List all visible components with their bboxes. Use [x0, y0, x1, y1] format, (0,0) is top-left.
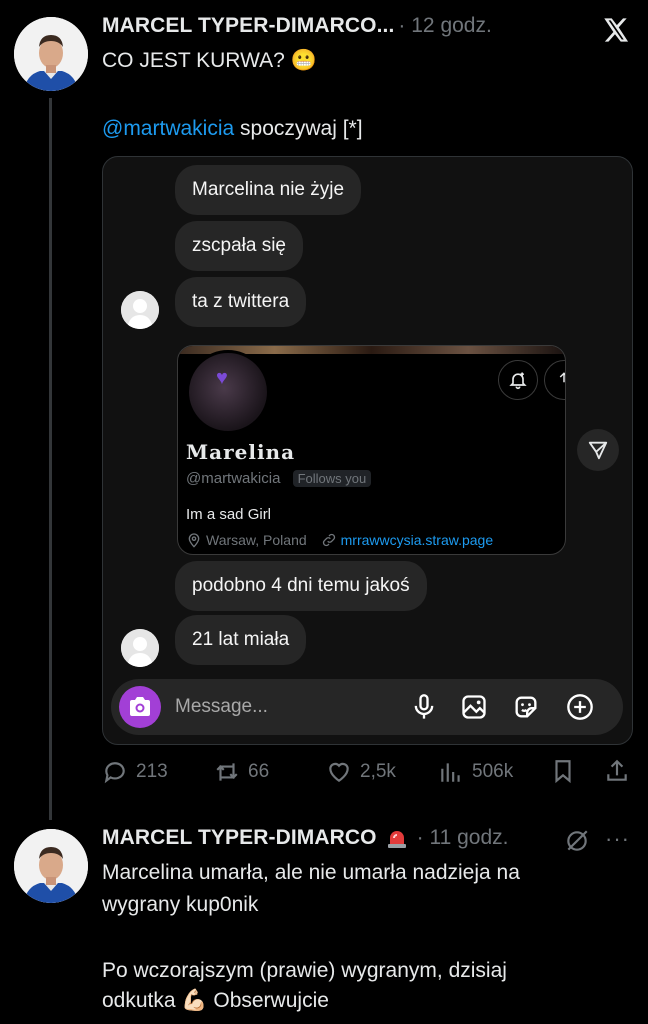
siren-emoji-icon [387, 831, 406, 848]
author-name[interactable]: MARCEL TYPER-DIMARCO... [102, 14, 394, 38]
tweet-text-rest: spoczywaj [*] [234, 117, 363, 140]
grok-icon[interactable] [564, 828, 590, 854]
profile-handle: @martwakicia [186, 470, 281, 487]
default-avatar-icon [121, 291, 159, 329]
reply-button[interactable]: 213 [102, 758, 168, 786]
dm-bubble: zscpała się [175, 221, 303, 271]
profile-meta-row: Warsaw, Poland mrrawwcysia.straw.page [186, 532, 493, 548]
dm-bubble: podobno 4 dni temu jakoś [175, 561, 427, 611]
tweet-text-line: Marcelina umarła, ale nie umarła nadziej… [102, 861, 520, 884]
thread-connector-line [49, 98, 52, 820]
repost-count: 66 [248, 761, 270, 782]
attached-image-dm-screenshot[interactable]: Marcelina nie żyje zscpała się ta z twit… [102, 156, 633, 745]
dm-share-button [577, 429, 619, 471]
tweet-text-line: Po wczorajszym (prawie) wygranym, dzisia… [102, 959, 507, 982]
dm-composer: Message... [111, 679, 623, 735]
author-avatar[interactable] [14, 829, 88, 903]
camera-icon [130, 697, 150, 716]
author-avatar[interactable] [14, 17, 88, 91]
tweet-action-bar: 213 66 2,5k 506k [102, 758, 632, 788]
tweet-header: MARCEL TYPER-DIMARCO... · 12 godz. [102, 14, 492, 38]
dm-bubble: Marcelina nie żyje [175, 165, 362, 215]
heart-outline-icon [329, 762, 349, 782]
message-input-placeholder: Message... [175, 696, 268, 717]
location-pin-icon [188, 533, 200, 548]
repost-button[interactable]: 66 [214, 758, 269, 786]
dm-bubble: ta z twittera [175, 277, 307, 327]
notification-bell-button [498, 360, 538, 400]
dm-bubble: 21 lat miała [175, 615, 307, 665]
tweet-header: MARCEL TYPER-DIMARCO · 11 godz. [102, 826, 508, 850]
tweet-text-mention-line: @martwakicia spoczywaj [*] [102, 114, 363, 143]
mention-link[interactable]: @martwakicia [102, 117, 234, 140]
profile-location: Warsaw, Poland [206, 532, 307, 548]
views-button[interactable]: 506k [438, 758, 513, 786]
send-arrow-icon [588, 441, 608, 460]
link-icon [322, 533, 335, 547]
camera-button [119, 686, 161, 728]
dm-sender-avatar [121, 291, 159, 329]
follows-you-badge: Follows you [292, 470, 372, 487]
like-button[interactable]: 2,5k [326, 758, 396, 786]
profile-display-name: Marelina [186, 440, 296, 464]
share-upload-icon [607, 759, 627, 781]
tweet-text-line: odkutka 💪🏻 Obserwujcie [102, 989, 329, 1012]
reply-bubble-icon [104, 762, 125, 784]
gallery-icon [462, 695, 486, 719]
shared-profile-card: ♥ Marelina @martwakicia Follows you Im a… [177, 345, 566, 555]
profile-avatar [186, 350, 270, 434]
more-profile-button [544, 360, 565, 400]
views-bar-chart-icon [441, 763, 460, 782]
bell-plus-icon [509, 372, 527, 390]
x-logo-icon[interactable] [600, 16, 630, 44]
tweet-timestamp[interactable]: · 12 godz. [398, 14, 491, 38]
profile-website-link: mrrawwcysia.straw.page [340, 532, 494, 548]
repost-icon [216, 763, 238, 781]
profile-handle-row: @martwakicia Follows you [186, 470, 372, 487]
microphone-icon [414, 694, 434, 719]
plus-circle-icon [567, 694, 593, 720]
reply-count: 213 [136, 761, 168, 782]
tweet-text-line: CO JEST KURWA? 😬 [102, 49, 317, 72]
tweet-timestamp[interactable]: · 11 godz. [417, 826, 509, 850]
bookmark-icon [555, 760, 571, 784]
author-name[interactable]: MARCEL TYPER-DIMARCO [102, 826, 377, 850]
share-icon [559, 372, 565, 383]
view-count: 506k [472, 761, 514, 782]
bookmark-button[interactable] [550, 758, 584, 784]
avatar-portrait-icon [14, 829, 88, 903]
more-options-button[interactable]: ··· [605, 826, 630, 852]
avatar-portrait-icon [14, 17, 88, 91]
profile-bio: Im a sad Girl [186, 506, 272, 523]
heart-icon: ♥ [216, 367, 228, 389]
share-button[interactable] [604, 758, 638, 784]
tweet-text-line: wygrany kup0nik [102, 893, 259, 916]
sticker-icon [515, 696, 537, 718]
default-avatar-icon [121, 629, 159, 667]
like-count: 2,5k [360, 761, 396, 782]
dm-sender-avatar [121, 629, 159, 667]
